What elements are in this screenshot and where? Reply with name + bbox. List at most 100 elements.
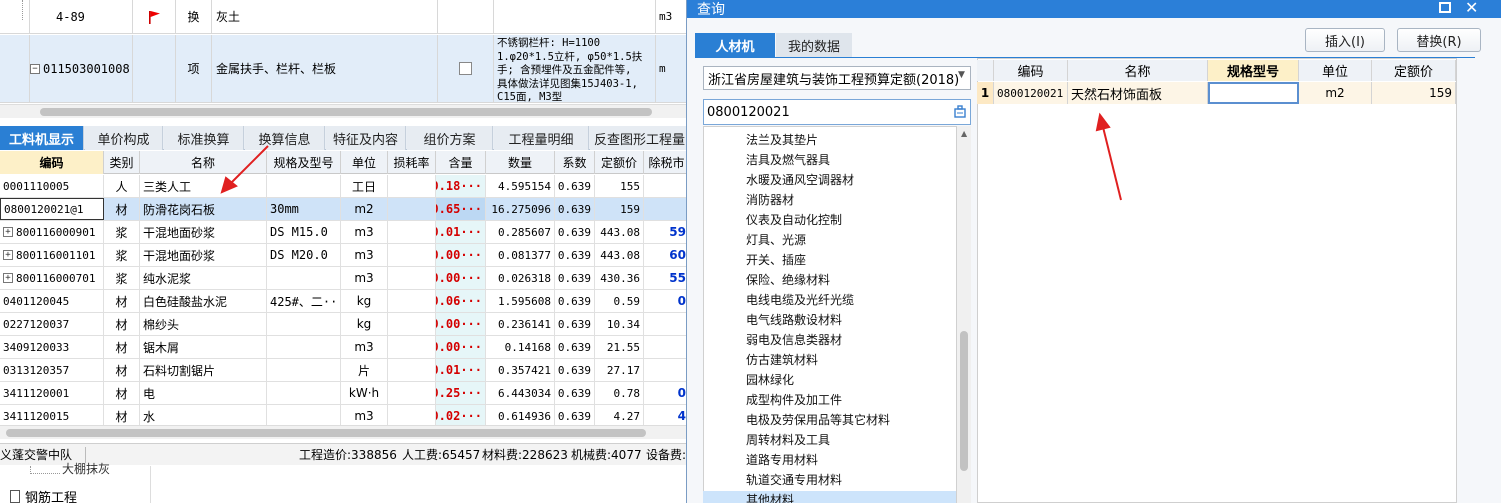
cell-loss-rate — [388, 244, 436, 266]
cell-price: 10.34 — [595, 313, 644, 335]
item-row-1[interactable]: 4-89 换 灰土 m3 — [0, 0, 690, 34]
header-spec[interactable]: 规格及型号 — [267, 151, 341, 174]
tab-quantity-detail[interactable]: 工程量明细 — [494, 126, 589, 150]
cell-spec — [267, 382, 341, 404]
result-header-spec[interactable]: 规格型号 — [1208, 60, 1299, 81]
search-options-icon[interactable] — [954, 105, 966, 118]
cell-market-price — [644, 336, 690, 358]
cell-content: 0.00··· — [436, 267, 486, 289]
header-coefficient[interactable]: 系数 — [555, 151, 595, 174]
insert-button[interactable]: 插入(I) — [1305, 28, 1385, 52]
tree-item[interactable]: 成型构件及加工件 — [746, 391, 842, 408]
tree-item[interactable]: 仿古建筑材料 — [746, 351, 818, 368]
tree-item[interactable]: 水暖及通风空调器材 — [746, 171, 854, 188]
maximize-icon[interactable] — [1439, 2, 1451, 13]
table-row[interactable]: 0401120045 材白色硅酸盐水泥 425#、二··· kg 0.06··· 1.59… — [0, 290, 690, 313]
header-content[interactable]: 含量 — [436, 151, 486, 174]
cell-market-price: 59 — [644, 221, 690, 243]
header-market-price[interactable]: 除税市 — [644, 151, 690, 174]
cell-type: 材 — [104, 290, 140, 312]
table-row[interactable]: 0313120357 材石料切割锯片 片 0.01··· 0.357421 0.639 27… — [0, 359, 690, 382]
tab-labor-material[interactable]: 工料机显示 — [0, 126, 84, 150]
cell-name: 棉纱头 — [140, 313, 267, 335]
collapse-icon[interactable]: − — [30, 63, 40, 74]
replace-button[interactable]: 替换(R) — [1397, 28, 1481, 52]
quota-select[interactable]: 浙江省房屋建筑与装饰工程预算定额(2018) ▼ — [703, 66, 971, 90]
tree-item[interactable]: 周转材料及工具 — [746, 431, 830, 448]
tree-item[interactable]: 弱电及信息类器材 — [746, 331, 842, 348]
cell-loss-rate — [388, 267, 436, 289]
tree-item[interactable]: 电线电缆及光纤光缆 — [746, 291, 854, 308]
tree-item[interactable]: 洁具及燃气器具 — [746, 151, 830, 168]
table-row[interactable]: 0001110005 人三类人工 工日 0.18··· 4.595154 0.639 155 — [0, 175, 690, 198]
expand-icon[interactable]: + — [3, 227, 13, 237]
table-row[interactable]: +800116000901 浆干混地面砂浆 DS M15.0 m3 0.01··· 0.2… — [0, 221, 690, 244]
cell-price: 27.17 — [595, 359, 644, 381]
tree-item[interactable]: 轨道交通专用材料 — [746, 471, 842, 488]
header-type[interactable]: 类别 — [104, 151, 140, 174]
header-code[interactable]: 编码 — [0, 151, 104, 174]
tree-item[interactable]: 仪表及自动化控制 — [746, 211, 842, 228]
dialog-title: 查询 — [697, 2, 725, 18]
top-hscrollbar[interactable] — [0, 104, 690, 118]
expand-icon[interactable]: + — [3, 273, 13, 283]
tree-item[interactable]: 保险、绝缘材料 — [746, 271, 830, 288]
result-grid — [977, 58, 1457, 503]
table-row[interactable]: 3411120001 材电 kW·h 0.25··· 6.443034 0.639 0.78… — [0, 382, 690, 405]
close-icon[interactable]: ✕ — [1465, 0, 1478, 17]
result-header-code[interactable]: 编码 — [994, 60, 1068, 81]
tab-conversion-info[interactable]: 换算信息 — [245, 126, 325, 150]
cell-content: 0.65··· — [436, 198, 486, 220]
dialog-tab-materials[interactable]: 人材机 — [695, 33, 775, 57]
tree-item[interactable]: 其他材料 — [703, 491, 956, 503]
tab-standard-conversion[interactable]: 标准换算 — [164, 126, 244, 150]
header-unit[interactable]: 单位 — [341, 151, 388, 174]
table-row[interactable]: 3409120033 材锯木屑 m3 0.00··· 0.14168 0.639 21.55 — [0, 336, 690, 359]
cell-unit: m3 — [341, 267, 388, 289]
cell-content: 0.02··· — [436, 405, 486, 427]
cell-qty: 0.14168 — [486, 336, 555, 358]
expand-icon[interactable]: + — [3, 250, 13, 260]
item-checkbox[interactable] — [438, 35, 494, 102]
header-quota-price[interactable]: 定额价 — [595, 151, 644, 174]
cell-qty: 1.595608 — [486, 290, 555, 312]
tab-unit-price[interactable]: 单价构成 — [85, 126, 163, 150]
header-loss-rate[interactable]: 损耗率 — [388, 151, 436, 174]
search-input[interactable]: 0800120021 — [703, 99, 971, 125]
cell-price: 443.08 — [595, 221, 644, 243]
tree-item[interactable]: 消防器材 — [746, 191, 794, 208]
result-header-name[interactable]: 名称 — [1068, 60, 1208, 81]
tree-item[interactable]: 园林绿化 — [746, 371, 794, 388]
cell-loss-rate — [388, 359, 436, 381]
cell-unit: kW·h — [341, 382, 388, 404]
header-quantity[interactable]: 数量 — [486, 151, 555, 174]
result-spec-input[interactable] — [1208, 82, 1299, 104]
table-row[interactable]: +800116001101 浆干混地面砂浆 DS M20.0 m3 0.00··· 0.0… — [0, 244, 690, 267]
tree-item[interactable]: 灯具、光源 — [746, 231, 806, 248]
result-header-unit[interactable]: 单位 — [1299, 60, 1372, 81]
tree-item[interactable]: 电气线路敷设材料 — [746, 311, 842, 328]
status-machine: 机械费:4077 — [571, 448, 642, 462]
tab-reverse-lookup[interactable]: 反查图形工程量 — [590, 126, 690, 150]
tab-features[interactable]: 特征及内容 — [326, 126, 406, 150]
grid-hscrollbar[interactable] — [0, 425, 690, 439]
tree-item[interactable]: 开关、插座 — [746, 251, 806, 268]
tree-vscrollbar[interactable]: ▲ — [957, 126, 971, 503]
tab-pricing-scheme[interactable]: 组价方案 — [407, 126, 493, 150]
tree-item-ceiling[interactable]: 大棚抹灰 — [62, 460, 110, 477]
table-row[interactable]: 0227120037 材棉纱头 kg 0.00··· 0.236141 0.639 10.3… — [0, 313, 690, 336]
tree-item[interactable]: 电极及劳保用品等其它材料 — [746, 411, 890, 428]
document-icon — [10, 490, 20, 503]
cell-code: 0800120021@1 — [0, 198, 104, 220]
dialog-tab-my-data[interactable]: 我的数据 — [776, 33, 852, 57]
header-name[interactable]: 名称 — [140, 151, 267, 174]
item-row-2[interactable]: −011503001008 项 金属扶手、栏杆、栏板 不锈钢栏杆: H=1100… — [0, 35, 690, 103]
cell-name: 水 — [140, 405, 267, 427]
tree-item[interactable]: 法兰及其垫片 — [746, 131, 818, 148]
result-header-price[interactable]: 定额价 — [1372, 60, 1456, 81]
table-row[interactable]: 0800120021@1 材防滑花岗石板 30mm m2 0.65··· 16.27509… — [0, 198, 690, 221]
tree-item[interactable]: 道路专用材料 — [746, 451, 818, 468]
cell-type: 人 — [104, 175, 140, 197]
tree-item-rebar[interactable]: 钢筋工程 — [10, 487, 77, 503]
table-row[interactable]: +800116000701 浆纯水泥浆 m3 0.00··· 0.026318 0.639… — [0, 267, 690, 290]
